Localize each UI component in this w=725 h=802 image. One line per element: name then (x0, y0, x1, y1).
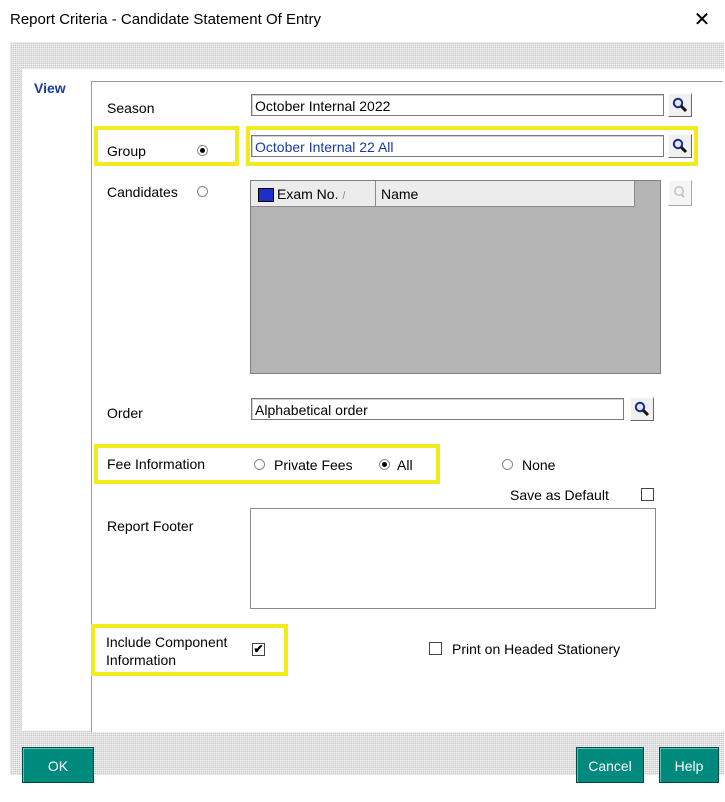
candidates-grid[interactable]: Exam No. / Name (250, 180, 661, 374)
save-default-checkbox[interactable] (641, 488, 654, 501)
magnifier-icon (634, 401, 650, 417)
sort-indicator: / (342, 190, 346, 202)
no-fees-radio[interactable] (502, 459, 513, 470)
title-bar: Report Criteria - Candidate Statement Of… (0, 0, 725, 40)
candidates-label: Candidates (107, 184, 178, 200)
magnifier-icon (672, 97, 688, 113)
group-label: Group (107, 143, 146, 159)
season-lookup-button[interactable] (668, 93, 692, 117)
all-fees-radio[interactable] (379, 459, 390, 470)
column-header-name[interactable]: Name (376, 181, 635, 207)
window-title: Report Criteria - Candidate Statement Of… (10, 11, 321, 28)
private-fees-radio[interactable] (254, 459, 265, 470)
exam-no-header-text: Exam No. (277, 186, 339, 202)
order-lookup-button[interactable] (630, 397, 654, 421)
headed-stationery-checkbox[interactable] (429, 642, 442, 655)
ok-button[interactable]: OK (22, 747, 94, 783)
component-label-line1: Include Component (106, 634, 228, 650)
group-radio[interactable] (197, 145, 208, 156)
report-footer-label: Report Footer (107, 518, 194, 534)
group-lookup-button[interactable] (668, 134, 692, 158)
magnifier-icon (672, 138, 688, 154)
season-field[interactable]: October Internal 2022 (251, 94, 664, 116)
include-component-checkbox[interactable]: ✔ (252, 643, 265, 656)
group-field[interactable]: October Internal 22 All (251, 135, 664, 157)
save-default-label: Save as Default (510, 487, 609, 503)
close-icon[interactable]: ✕ (679, 0, 725, 40)
radio-selected-dot (200, 148, 205, 153)
report-footer-textarea[interactable] (250, 508, 656, 609)
no-fees-label[interactable]: None (522, 457, 555, 473)
help-button[interactable]: Help (659, 747, 719, 783)
private-fees-label[interactable]: Private Fees (274, 457, 353, 473)
candidates-radio[interactable] (197, 186, 208, 197)
order-label: Order (107, 405, 143, 421)
tab-view[interactable]: View (34, 80, 66, 96)
cancel-button[interactable]: Cancel (576, 747, 644, 783)
season-label: Season (107, 100, 155, 116)
grid-menu-icon[interactable] (258, 188, 274, 203)
all-fees-label[interactable]: All (397, 457, 413, 473)
magnifier-icon (674, 186, 685, 198)
component-label-line2: Information (106, 652, 177, 668)
headed-stationery-label: Print on Headed Stationery (452, 641, 621, 657)
radio-selected-dot (382, 462, 387, 467)
order-field[interactable]: Alphabetical order (251, 398, 624, 420)
fee-information-label: Fee Information (107, 456, 206, 472)
column-header-exam-no[interactable]: Exam No. / (251, 181, 376, 207)
candidates-lookup-button[interactable] (668, 180, 692, 206)
